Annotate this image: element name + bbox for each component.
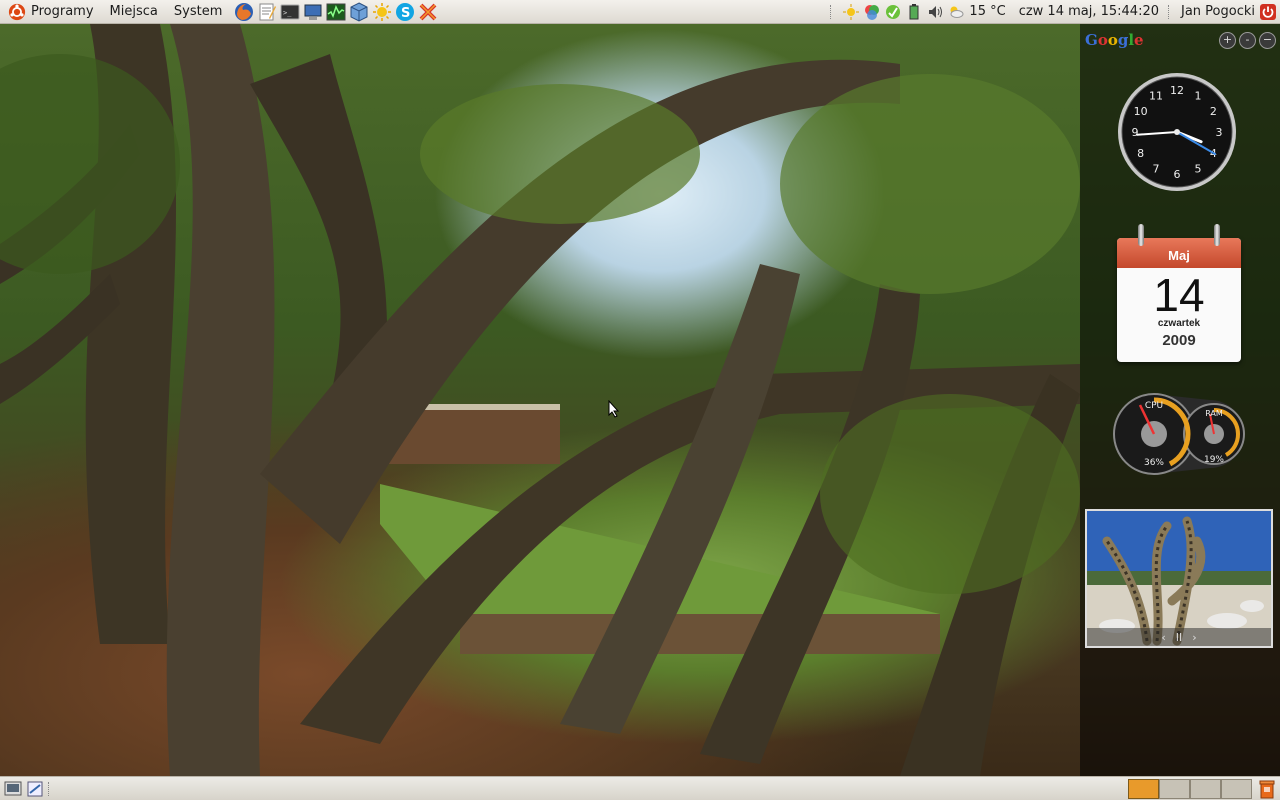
clock-number: 1 [1195, 90, 1202, 103]
trash-icon[interactable] [1258, 779, 1276, 799]
calendar-page: Maj 14 czwartek 2009 [1117, 238, 1241, 362]
next-photo-button[interactable]: › [1192, 631, 1196, 644]
workspace-4[interactable] [1221, 779, 1252, 799]
menu-button[interactable]: - [1239, 32, 1256, 49]
workspace-2[interactable] [1159, 779, 1190, 799]
weather-temperature[interactable]: 15 °C [969, 4, 1005, 19]
calendar-year: 2009 [1162, 332, 1196, 349]
workspace-switcher [1128, 779, 1252, 799]
ram-value: 19% [1204, 455, 1224, 465]
panel-separator [48, 781, 52, 796]
bottom-panel [0, 776, 1280, 800]
network-monitor-icon[interactable] [303, 2, 323, 22]
calendar-ring-right [1214, 224, 1220, 246]
menu-label: Miejsca [109, 4, 158, 19]
firefox-icon[interactable] [234, 2, 254, 22]
clock-number: 3 [1216, 126, 1223, 139]
sidebar-buttons: + - − [1219, 32, 1276, 49]
svg-text:S: S [401, 6, 410, 21]
meter-dials: CPU 36% RAM 19% [1113, 393, 1245, 475]
clock-number: 5 [1195, 162, 1202, 175]
clock-number: 12 [1170, 84, 1184, 97]
photo-slideshow-gadget[interactable]: ‹ II › [1085, 509, 1273, 648]
workspace-1[interactable] [1128, 779, 1159, 799]
menu-system[interactable]: System [166, 0, 230, 24]
menu-programy[interactable]: Programy [0, 0, 102, 24]
svg-text:>_: >_ [283, 9, 292, 17]
menu-miejsca[interactable]: Miejsca [102, 0, 166, 24]
slideshow-controls: ‹ II › [1087, 628, 1271, 646]
collapse-button[interactable]: − [1259, 32, 1276, 49]
clock-number: 9 [1132, 126, 1139, 139]
text-editor-icon[interactable] [257, 2, 277, 22]
workspace-3[interactable] [1190, 779, 1221, 799]
cpu-ram-meter-gadget[interactable]: CPU 36% RAM 19% [1110, 390, 1250, 478]
calendar-gadget[interactable]: Maj 14 czwartek 2009 [1117, 224, 1243, 364]
volume-icon[interactable] [927, 4, 943, 20]
skype-icon[interactable]: S [395, 2, 415, 22]
launcher-group: >_ S [234, 1, 438, 22]
clock-datetime[interactable]: czw 14 maj, 15:44:20 [1019, 4, 1159, 19]
power-icon[interactable] [1260, 3, 1276, 20]
clock-number: 6 [1174, 168, 1181, 181]
clock-number: 11 [1149, 90, 1163, 103]
battery-icon[interactable] [906, 3, 922, 20]
google-logo: Google [1085, 31, 1144, 49]
previous-photo-button[interactable]: ‹ [1161, 631, 1165, 644]
virtualbox-icon[interactable] [349, 1, 369, 22]
tray-separator [830, 4, 834, 19]
tray-separator [1168, 4, 1172, 19]
system-tray: 15 °C czw 14 maj, 15:44:20 Jan Pogocki [826, 0, 1280, 24]
top-panel: Programy Miejsca System >_ S 15 °C czw 1… [0, 0, 1280, 24]
clock-number: 10 [1134, 105, 1148, 118]
slideshow-photo [1087, 511, 1271, 646]
window-list-icon[interactable] [26, 780, 44, 798]
messenger-icon[interactable] [864, 4, 880, 20]
ram-label: RAM [1205, 409, 1223, 418]
system-monitor-icon[interactable] [326, 2, 346, 22]
calendar-ring-left [1138, 224, 1144, 246]
ubuntu-logo-icon [8, 3, 26, 20]
cpu-label: CPU [1145, 401, 1163, 411]
xchat-icon[interactable] [418, 2, 438, 22]
chat-status-icon[interactable] [885, 4, 901, 20]
sun-weather-icon[interactable] [372, 2, 392, 22]
clock-face: 121234567891011 [1118, 73, 1236, 191]
show-desktop-icon[interactable] [4, 780, 22, 798]
user-name[interactable]: Jan Pogocki [1181, 4, 1255, 19]
calendar-month: Maj [1117, 238, 1241, 268]
analog-clock-gadget[interactable]: 121234567891011 [1116, 71, 1238, 193]
mouse-cursor-icon [608, 400, 620, 418]
clock-number: 2 [1210, 105, 1217, 118]
calendar-weekday: czwartek [1157, 318, 1201, 329]
terminal-icon[interactable]: >_ [280, 2, 300, 22]
menu-label: Programy [31, 4, 94, 19]
cpu-value: 36% [1144, 458, 1164, 468]
menu-label: System [173, 4, 223, 19]
clock-number: 8 [1137, 147, 1144, 160]
brightness-icon[interactable] [843, 3, 860, 20]
add-gadget-button[interactable]: + [1219, 32, 1236, 49]
calendar-day: 14 [1153, 269, 1205, 321]
weather-cloud-icon[interactable] [948, 4, 964, 20]
clock-number: 7 [1153, 162, 1160, 175]
google-gadgets-sidebar: Google + - − 121234567891011 Maj 14 czwa… [1080, 24, 1280, 776]
pause-button[interactable]: II [1176, 631, 1183, 644]
